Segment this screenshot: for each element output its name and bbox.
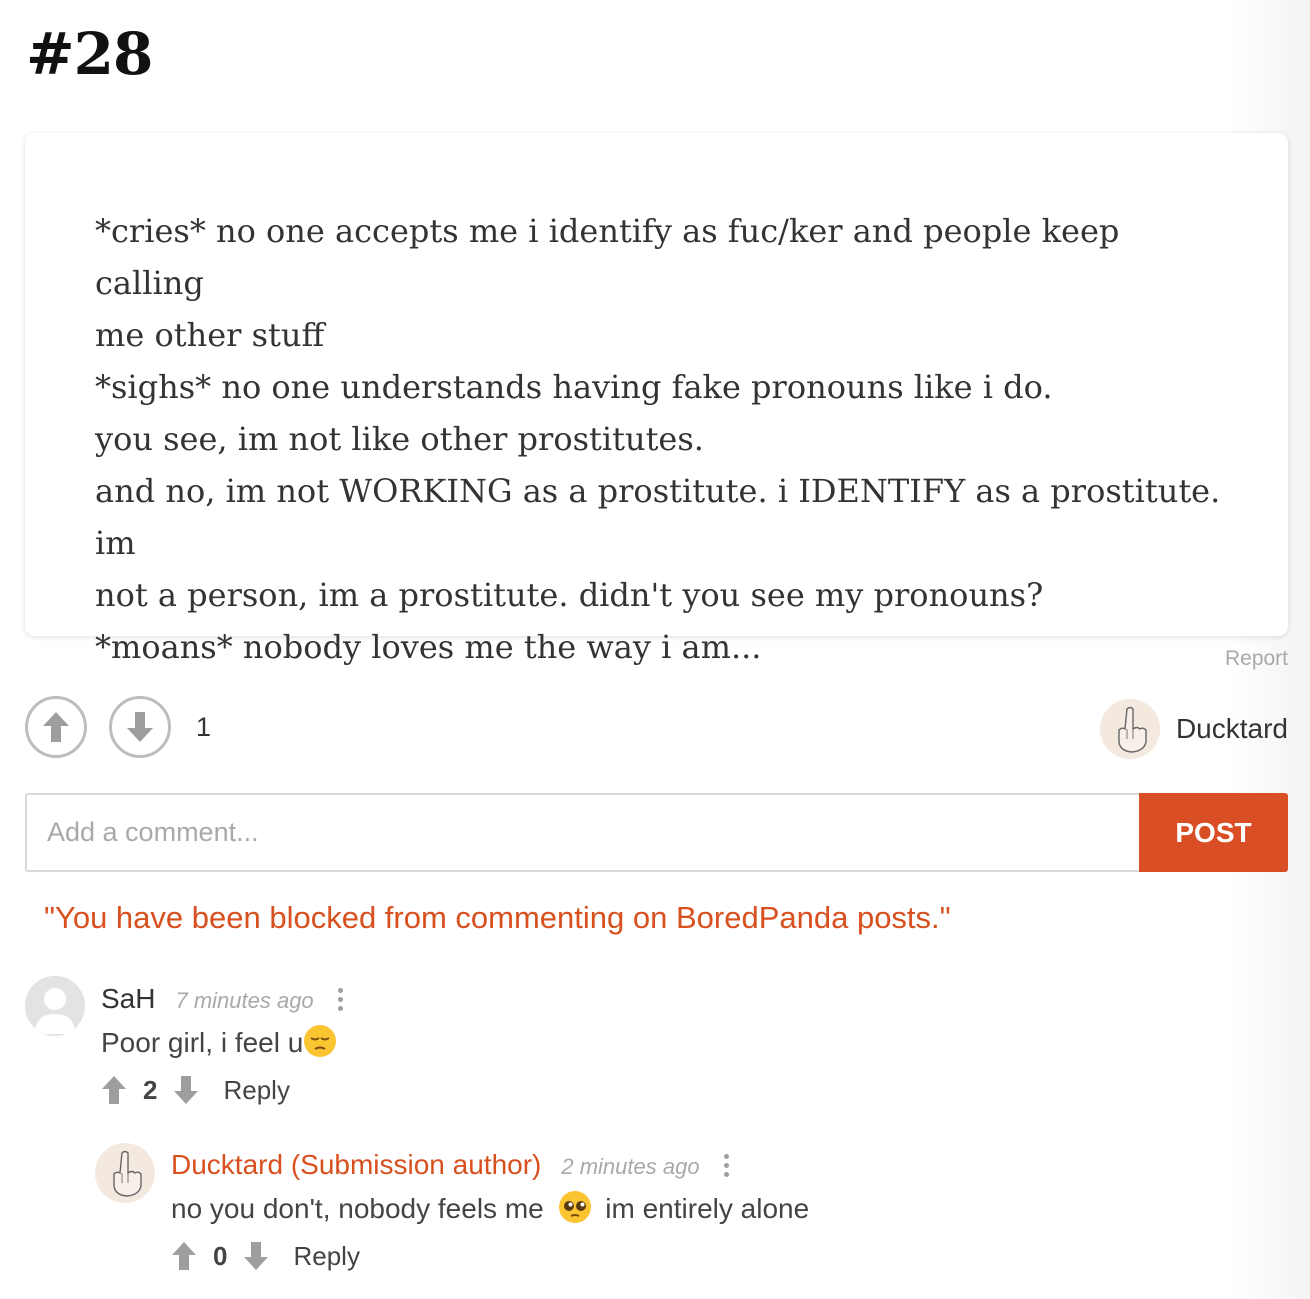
comment-vote-count: 0 xyxy=(213,1240,228,1271)
comment-body: Poor girl, i feel u xyxy=(101,1024,337,1059)
upvote-arrow-icon[interactable] xyxy=(171,1240,197,1272)
comment-timestamp: 2 minutes ago xyxy=(561,1154,700,1179)
pensive-face-emoji xyxy=(304,1025,337,1057)
post-number: #28 xyxy=(26,20,153,88)
downvote-button[interactable] xyxy=(109,696,171,758)
post-comment-button[interactable]: POST xyxy=(1139,793,1288,872)
default-user-avatar xyxy=(25,976,85,1036)
comment-text: Poor girl, i feel u xyxy=(101,1027,304,1058)
comment-vote-count: 2 xyxy=(143,1074,158,1105)
post-text-line: *sighs* no one understands having fake p… xyxy=(95,368,1053,406)
post-text-line: and no, im not WORKING as a prostitute. … xyxy=(95,472,1221,562)
post-text-line: *cries* no one accepts me i identify as … xyxy=(95,212,1120,302)
blocked-notice: "You have been blocked from commenting o… xyxy=(44,900,951,935)
downvote-arrow-icon[interactable] xyxy=(243,1240,269,1272)
post-author[interactable]: Ducktard xyxy=(1099,698,1288,760)
kebab-menu-icon[interactable] xyxy=(337,987,343,1011)
comment-actions: 2 Reply xyxy=(101,1074,290,1106)
post-text-line: me other stuff xyxy=(95,316,325,354)
comment-input[interactable] xyxy=(25,793,1139,872)
middle-finger-avatar xyxy=(1099,699,1160,759)
reply-button[interactable]: Reply xyxy=(293,1241,359,1272)
commenter-avatar[interactable] xyxy=(25,976,85,1036)
comment-header: SaH 7 minutes ago xyxy=(101,983,343,1015)
comment-timestamp: 7 minutes ago xyxy=(175,988,314,1013)
upvote-arrow-icon xyxy=(43,712,69,742)
post-text-line: not a person, im a prostitute. didn't yo… xyxy=(95,576,1044,614)
upvote-arrow-icon[interactable] xyxy=(101,1074,127,1106)
post-text-line: you see, im not like other prostitutes. xyxy=(95,420,704,458)
comment-body: no you don't, nobody feels me im entirel… xyxy=(171,1190,809,1225)
post-vote-count: 1 xyxy=(196,712,212,742)
downvote-arrow-icon[interactable] xyxy=(173,1074,199,1106)
comment-header: Ducktard (Submission author) 2 minutes a… xyxy=(171,1149,729,1181)
author-avatar[interactable] xyxy=(1099,699,1160,759)
kebab-menu-icon[interactable] xyxy=(723,1153,729,1177)
upvote-button[interactable] xyxy=(25,696,87,758)
report-link[interactable]: Report xyxy=(1225,647,1288,671)
comment-username[interactable]: SaH xyxy=(101,983,155,1015)
comment-username[interactable]: Ducktard (Submission author) xyxy=(171,1149,541,1181)
post-card: *cries* no one accepts me i identify as … xyxy=(25,133,1288,666)
downvote-arrow-icon xyxy=(127,712,153,742)
middle-finger-avatar xyxy=(95,1143,155,1203)
post-text: *cries* no one accepts me i identify as … xyxy=(95,205,1225,673)
pleading-face-emoji xyxy=(558,1191,591,1223)
comment-text: im entirely alone xyxy=(605,1193,810,1224)
author-name[interactable]: Ducktard xyxy=(1176,713,1288,745)
post-text-line: *moans* nobody loves me the way i am... xyxy=(95,628,762,666)
reply-button[interactable]: Reply xyxy=(223,1075,289,1106)
commenter-avatar[interactable] xyxy=(95,1143,155,1203)
comment-form: POST xyxy=(25,793,1288,872)
comment-actions: 0 Reply xyxy=(171,1240,360,1272)
comment-text: no you don't, nobody feels me xyxy=(171,1193,544,1224)
